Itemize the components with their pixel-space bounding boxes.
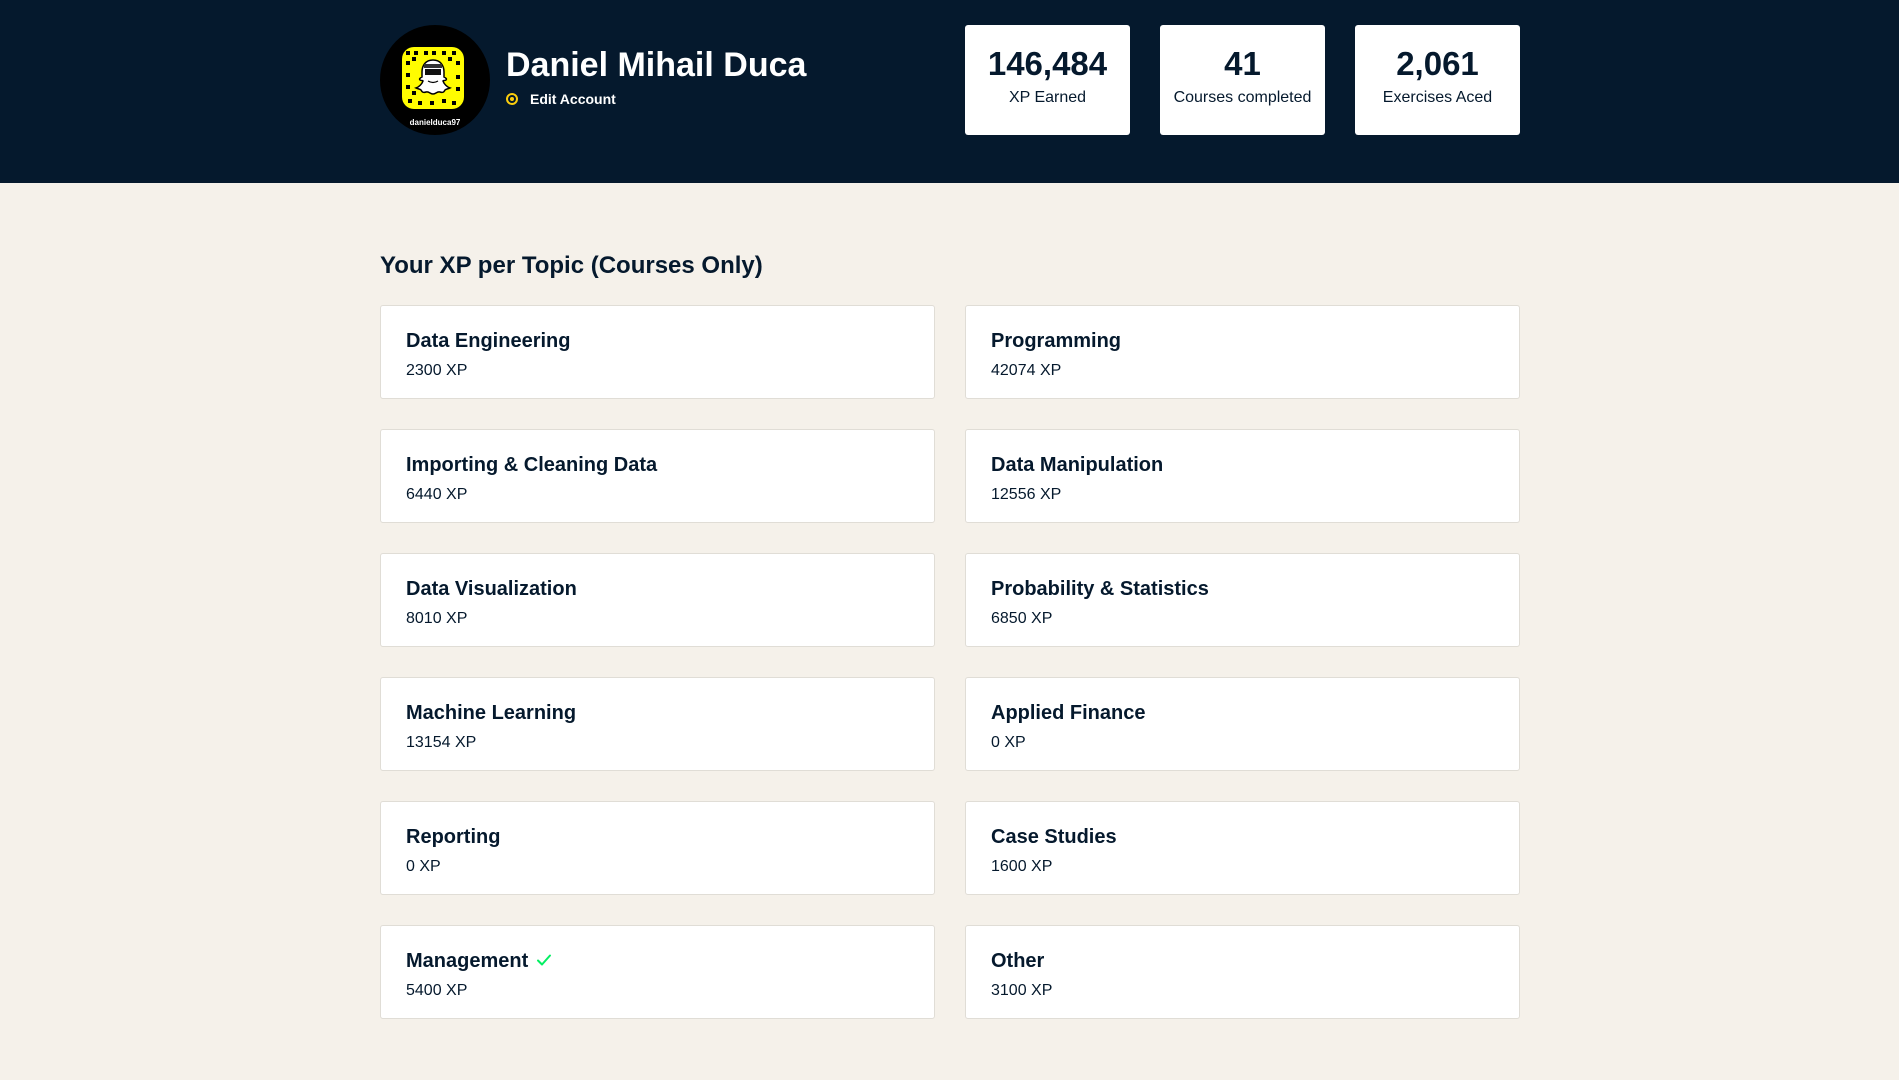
stat-exercises-aced: 2,061 Exercises Aced [1355, 25, 1520, 135]
topic-name: Programming [991, 330, 1122, 352]
edit-account-label: Edit Account [530, 91, 616, 107]
topic-card-other[interactable]: Other 3100 XP [965, 925, 1520, 1019]
check-icon [537, 954, 552, 966]
topic-name-row: Management [406, 950, 552, 973]
topic-card-programming[interactable]: Programming 42074 XP [965, 305, 1520, 399]
topic-name: Other [991, 950, 1045, 972]
topic-card-data-visualization[interactable]: Data Visualization 8010 XP [380, 553, 935, 647]
topic-name: Probability & Statistics [991, 578, 1209, 600]
stat-label: Exercises Aced [1382, 89, 1493, 106]
topic-card-reporting[interactable]: Reporting 0 XP [380, 801, 935, 895]
profile-header: danielduca97 Daniel Mihail Duca Edit Acc… [0, 0, 1899, 183]
topic-name: Data Visualization [406, 578, 577, 600]
topic-xp: 0 XP [406, 858, 441, 875]
stat-value: 146,484 [987, 45, 1108, 82]
topic-card-data-manipulation[interactable]: Data Manipulation 12556 XP [965, 429, 1520, 523]
user-name: Daniel Mihail Duca [506, 46, 807, 84]
topic-xp: 3100 XP [991, 982, 1053, 999]
topic-xp: 6440 XP [406, 486, 468, 503]
topic-name: Data Manipulation [991, 454, 1164, 476]
topic-card-management[interactable]: Management 5400 XP [380, 925, 935, 1019]
stat-xp-earned: 146,484 XP Earned [965, 25, 1130, 135]
topic-xp: 1600 XP [991, 858, 1053, 875]
topic-xp: 2300 XP [406, 362, 468, 379]
topic-xp: 0 XP [991, 734, 1026, 751]
topic-name: Management [406, 950, 529, 972]
stat-label: Courses completed [1173, 89, 1312, 106]
topic-xp: 42074 XP [991, 362, 1062, 379]
topic-name: Importing & Cleaning Data [406, 454, 658, 476]
topic-card-case-studies[interactable]: Case Studies 1600 XP [965, 801, 1520, 895]
avatar-handle: danielduca97 [409, 118, 461, 127]
topic-xp: 8010 XP [406, 610, 468, 627]
section-title: Your XP per Topic (Courses Only) [380, 252, 763, 279]
edit-account-link[interactable]: Edit Account [506, 90, 616, 108]
topic-name: Applied Finance [991, 702, 1146, 724]
topic-card-data-engineering[interactable]: Data Engineering 2300 XP [380, 305, 935, 399]
stat-value: 41 [1224, 45, 1261, 82]
topic-card-importing-cleaning-data[interactable]: Importing & Cleaning Data 6440 XP [380, 429, 935, 523]
topic-xp: 13154 XP [406, 734, 477, 751]
topic-xp: 6850 XP [991, 610, 1053, 627]
topic-card-machine-learning[interactable]: Machine Learning 13154 XP [380, 677, 935, 771]
topic-card-applied-finance[interactable]: Applied Finance 0 XP [965, 677, 1520, 771]
topic-card-probability-statistics[interactable]: Probability & Statistics 6850 XP [965, 553, 1520, 647]
topic-xp: 5400 XP [406, 982, 468, 999]
topic-name: Reporting [406, 826, 501, 848]
stat-courses-completed: 41 Courses completed [1160, 25, 1325, 135]
topic-name: Machine Learning [406, 702, 577, 724]
snapcode-icon [402, 47, 464, 109]
stat-label: XP Earned [1008, 89, 1087, 106]
gear-icon [506, 93, 518, 105]
topic-name: Data Engineering [406, 330, 571, 352]
topic-name: Case Studies [991, 826, 1117, 848]
topic-xp: 12556 XP [991, 486, 1062, 503]
avatar[interactable]: danielduca97 [380, 25, 490, 135]
stat-value: 2,061 [1396, 45, 1479, 82]
